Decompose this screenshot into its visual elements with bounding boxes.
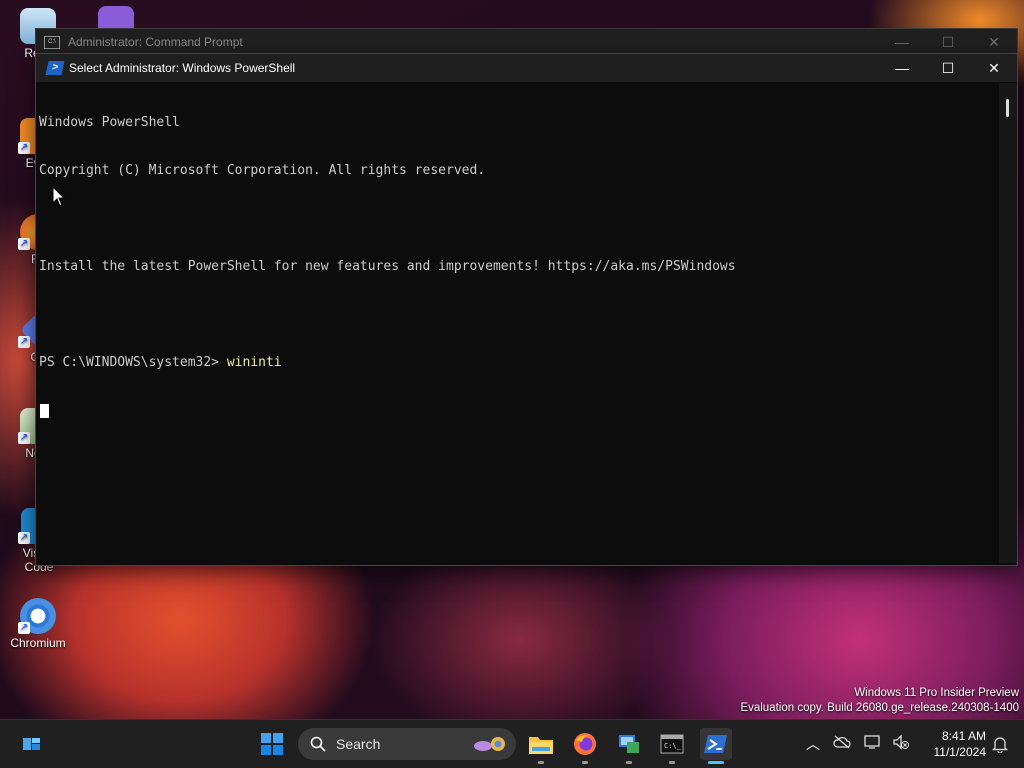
cursor-line [39, 403, 997, 419]
text-cursor [40, 403, 49, 418]
shortcut-arrow-icon: ↗ [18, 336, 30, 348]
clock-time: 8:41 AM [941, 729, 986, 743]
onedrive-status-button[interactable] [826, 735, 858, 754]
watermark-edition: Windows 11 Pro Insider Preview [854, 687, 1019, 699]
prompt-line[interactable]: PS C:\WINDOWS\system32> wininti [39, 355, 997, 371]
shortcut-arrow-icon: ↗ [18, 532, 30, 544]
shortcut-arrow-icon: ↗ [18, 142, 30, 154]
taskbar-search-box[interactable]: Search [298, 728, 516, 760]
network-button[interactable] [858, 734, 888, 755]
search-highlight-icon [474, 737, 505, 751]
file-explorer-icon [529, 737, 553, 754]
show-hidden-icons-button[interactable]: ︿ [800, 734, 826, 754]
desktop-icon-label: Chromium [10, 636, 66, 650]
terminal-output[interactable]: Windows PowerShell Copyright (C) Microso… [39, 83, 997, 561]
active-indicator [708, 761, 724, 764]
taskbar-powershell[interactable] [700, 728, 732, 764]
search-placeholder: Search [336, 736, 381, 752]
minimize-button[interactable]: — [879, 54, 925, 82]
terminal-line: Install the latest PowerShell for new fe… [39, 259, 736, 274]
firefox-icon [574, 733, 596, 755]
minimize-button[interactable]: — [879, 34, 925, 51]
cloud-off-icon [833, 735, 851, 748]
vertical-scrollbar[interactable] [999, 83, 1017, 563]
terminal-line: Windows PowerShell [39, 115, 180, 130]
cmd-icon: C:\ [44, 35, 60, 49]
system-tray: ︿ [800, 720, 914, 768]
prompt-text: PS C:\WINDOWS\system32> [39, 355, 227, 370]
powershell-icon [704, 735, 727, 753]
running-indicator [669, 761, 675, 764]
remote-desktop-icon [619, 735, 639, 753]
chevron-up-icon: ︿ [806, 736, 820, 752]
ps-titlebar[interactable]: > Select Administrator: Windows PowerShe… [36, 54, 1017, 82]
ps-window-controls: — ☐ ✕ [879, 54, 1017, 82]
maximize-button[interactable]: ☐ [925, 34, 971, 51]
network-icon [864, 734, 880, 749]
running-indicator [538, 761, 544, 764]
search-icon [310, 736, 326, 752]
cmd-window-title: Administrator: Command Prompt [68, 35, 243, 49]
running-indicator [626, 761, 632, 764]
windows-logo-icon [261, 733, 283, 755]
powershell-icon: > [45, 61, 65, 75]
taskbar-remote-desktop[interactable] [613, 728, 645, 764]
shortcut-arrow-icon: ↗ [18, 238, 30, 250]
terminal-line: Copyright (C) Microsoft Corporation. All… [39, 163, 486, 178]
widgets-icon [23, 738, 40, 750]
close-button[interactable]: ✕ [971, 34, 1017, 51]
watermark-build: Evaluation copy. Build 26080.ge_release.… [740, 702, 1019, 714]
desktop-icon-chromium[interactable]: ↗ Chromium [8, 598, 68, 650]
taskbar-firefox[interactable] [569, 728, 601, 764]
clock-date: 11/1/2024 [933, 745, 987, 759]
cmd-window-controls: — ☐ ✕ [879, 34, 1017, 51]
widgets-button[interactable] [16, 728, 48, 760]
maximize-button[interactable]: ☐ [925, 54, 971, 82]
ps-window-title: Select Administrator: Windows PowerShell [69, 61, 296, 75]
start-button[interactable] [256, 728, 288, 760]
bell-icon [992, 737, 1008, 753]
close-button[interactable]: ✕ [971, 54, 1017, 82]
taskbar: Search C:\_ ︿ 8:41 AM 11/1/2024 [0, 719, 1024, 768]
speaker-muted-icon [893, 733, 909, 750]
mouse-pointer-icon [52, 186, 66, 207]
powershell-window[interactable]: > Select Administrator: Windows PowerShe… [35, 53, 1018, 566]
typed-command: wininti [226, 355, 282, 370]
windows-watermark: Windows 11 Pro Insider Preview Evaluatio… [740, 686, 1019, 716]
taskbar-clock[interactable]: 8:41 AM 11/1/2024 [934, 728, 987, 760]
taskbar-file-explorer[interactable] [525, 728, 557, 764]
cmd-titlebar[interactable]: C:\ Administrator: Command Prompt — ☐ ✕ [36, 29, 1017, 55]
command-prompt-icon: C:\_ [660, 734, 684, 754]
scrollbar-thumb[interactable] [1006, 99, 1009, 117]
shortcut-arrow-icon: ↗ [18, 432, 30, 444]
running-indicator [582, 761, 588, 764]
shortcut-arrow-icon: ↗ [18, 622, 30, 634]
notifications-button[interactable] [984, 728, 1016, 760]
volume-button[interactable] [888, 733, 914, 755]
svg-text:C:\_: C:\_ [664, 742, 682, 750]
taskbar-command-prompt[interactable]: C:\_ [656, 728, 688, 764]
